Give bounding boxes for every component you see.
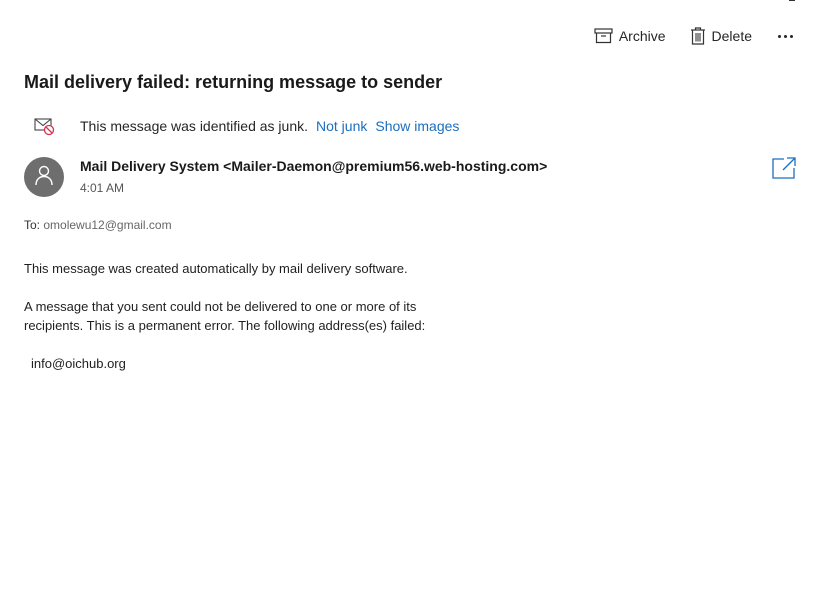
- ellipsis-icon: [778, 34, 781, 38]
- body-line-2b: recipients. This is a permanent error. T…: [24, 318, 426, 333]
- blocked-mail-icon: [34, 116, 56, 136]
- junk-notice-bar: This message was identified as junk. Not…: [34, 116, 467, 136]
- to-label: To:: [24, 218, 41, 232]
- avatar[interactable]: [24, 157, 64, 197]
- body-paragraph-1: This message was created automatically b…: [24, 261, 408, 276]
- window-edge-mark: [789, 0, 795, 1]
- body-paragraph-2: A message that you sent could not be del…: [24, 297, 425, 335]
- message-toolbar: Archive Delete: [570, 24, 795, 48]
- message-subject: Mail delivery failed: returning message …: [24, 72, 443, 92]
- sender-info: Mail Delivery System <Mailer-Daemon@prem…: [80, 157, 547, 195]
- message-time: 4:01 AM: [80, 181, 125, 195]
- ellipsis-dot: [784, 34, 787, 38]
- body-line-2a: A message that you sent could not be del…: [24, 299, 417, 314]
- trash-icon: [690, 27, 706, 45]
- ellipsis-dot: [790, 34, 793, 38]
- archive-button[interactable]: Archive: [594, 28, 666, 44]
- recipient-line: To: omolewu12@gmail.com: [24, 218, 172, 232]
- junk-notice-text: This message was identified as junk.: [80, 118, 308, 134]
- show-images-link[interactable]: Show images: [375, 118, 459, 134]
- not-junk-link[interactable]: Not junk: [316, 118, 367, 134]
- archive-label: Archive: [618, 28, 666, 44]
- delete-label: Delete: [711, 28, 752, 44]
- more-options-button[interactable]: [776, 34, 795, 38]
- message-body: This message was created automatically b…: [24, 259, 425, 392]
- recipient-address[interactable]: omolewu12@gmail.com: [43, 218, 171, 232]
- delete-button[interactable]: Delete: [690, 27, 752, 45]
- mail-reading-pane: Archive Delete Mail delivery failed: ret…: [0, 0, 839, 592]
- archive-box-icon: [594, 28, 613, 44]
- open-in-new-window-icon: [772, 157, 796, 183]
- sender-name[interactable]: Mail Delivery System <Mailer-Daemon@prem…: [80, 158, 547, 174]
- sender-header: Mail Delivery System <Mailer-Daemon@prem…: [24, 157, 547, 197]
- failed-address: info@oichub.org: [31, 356, 126, 371]
- person-icon: [34, 164, 54, 191]
- open-in-new-window-button[interactable]: [772, 157, 796, 179]
